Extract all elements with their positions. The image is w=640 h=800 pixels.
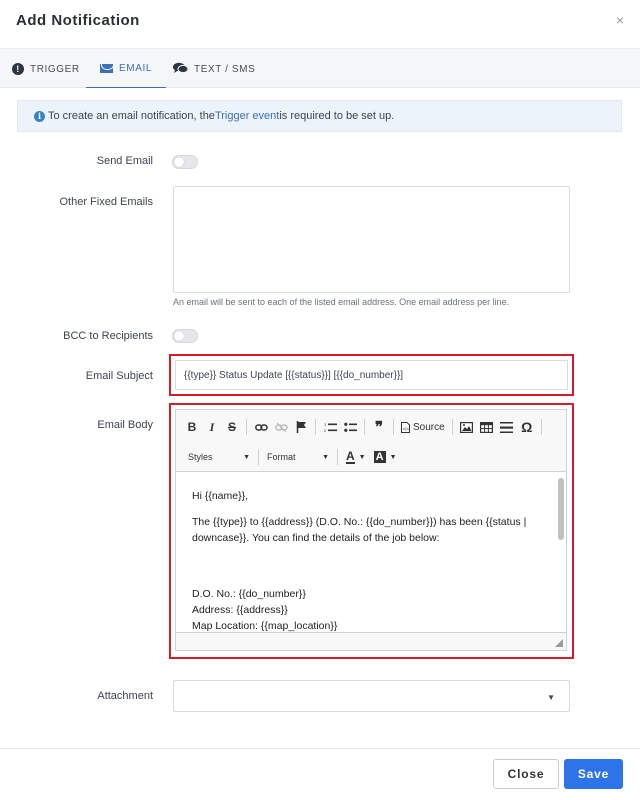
bcc-toggle[interactable] (172, 329, 198, 343)
tab-email[interactable]: EMAIL (86, 49, 167, 89)
unlink-icon[interactable] (271, 417, 291, 437)
tab-bar: ! TRIGGER EMAIL TEXT / SMS (0, 48, 640, 89)
bold-button[interactable]: B (182, 417, 202, 437)
styles-dropdown[interactable]: Styles ▼ (184, 448, 254, 466)
strikethrough-button[interactable]: S (222, 417, 242, 437)
horizontal-rule-icon[interactable] (497, 417, 517, 437)
attachment-select[interactable]: ▼ (173, 680, 570, 712)
exclamation-circle-icon: ! (12, 63, 24, 75)
source-label: Source (413, 421, 445, 433)
svg-text:2: 2 (324, 428, 327, 433)
close-icon[interactable]: × (616, 12, 624, 28)
email-subject-label: Email Subject (85, 370, 153, 382)
close-button[interactable]: Close (493, 759, 559, 789)
background-color-icon: A (373, 451, 386, 463)
resize-grip-icon[interactable] (555, 639, 563, 647)
toolbar-row-2: Styles ▼ Format ▼ A ▼ A ▼ (184, 444, 401, 470)
text-color-icon: A (346, 448, 355, 464)
source-button[interactable]: </> Source (398, 417, 448, 437)
caret-down-icon: ▼ (389, 453, 397, 461)
tab-text-sms[interactable]: TEXT / SMS (173, 49, 255, 89)
toolbar-separator (451, 419, 453, 435)
body-highlight: B I S 12 ❞ </> Source Ω Styles ▼ Format … (169, 403, 574, 659)
send-email-label: Send Email (96, 155, 153, 167)
body-paragraph: The {{type}} to {{address}} (D.O. No.: {… (192, 516, 527, 544)
info-text-after: is required to be set up. (279, 110, 395, 122)
editor-footer (176, 632, 566, 650)
toolbar-separator (393, 419, 394, 435)
info-text-before: To create an email notification, the (48, 110, 215, 122)
email-body-label: Email Body (97, 419, 153, 431)
body-line: D.O. No.: {{do_number}} (192, 588, 306, 600)
format-label: Format (267, 452, 296, 462)
toolbar-separator (337, 449, 338, 465)
tab-text-sms-label: TEXT / SMS (194, 63, 256, 75)
italic-button[interactable]: I (202, 417, 222, 437)
chevron-down-icon: ▼ (547, 693, 555, 702)
table-icon[interactable] (477, 417, 497, 437)
info-alert: i To create an email notification, the T… (17, 100, 622, 132)
body-paragraph: Hi {{name}}, (192, 490, 249, 502)
toggle-knob (174, 331, 184, 341)
svg-text:</>: </> (403, 426, 410, 431)
dialog-body: i To create an email notification, the T… (0, 88, 640, 748)
format-dropdown[interactable]: Format ▼ (263, 448, 333, 466)
envelope-icon (100, 63, 113, 73)
save-button[interactable]: Save (564, 759, 623, 789)
send-email-toggle[interactable] (172, 155, 198, 169)
editor-toolbar: B I S 12 ❞ </> Source Ω Styles ▼ Format … (176, 410, 566, 472)
toggle-knob (174, 157, 184, 167)
toolbar-separator (364, 419, 365, 435)
toolbar-separator (315, 419, 316, 435)
image-icon[interactable] (457, 417, 477, 437)
tab-trigger[interactable]: ! TRIGGER (12, 49, 80, 89)
info-icon: i (34, 110, 45, 122)
dialog-header: Add Notification × (0, 0, 640, 48)
toolbar-row-1: B I S 12 ❞ </> Source Ω (182, 414, 546, 440)
link-icon[interactable] (251, 417, 271, 437)
email-subject-input[interactable]: {{type}} Status Update [{{status}}] [{{d… (175, 360, 568, 390)
body-line: Address: {{address}} (192, 604, 288, 616)
numbered-list-icon[interactable]: 12 (320, 417, 340, 437)
rich-text-editor: B I S 12 ❞ </> Source Ω Styles ▼ Format … (175, 409, 567, 651)
caret-down-icon: ▼ (243, 453, 250, 461)
toolbar-separator (540, 419, 542, 435)
special-character-icon[interactable]: Ω (517, 417, 537, 437)
bcc-label: BCC to Recipients (63, 330, 153, 342)
editor-scrollbar[interactable] (558, 478, 564, 540)
subject-highlight: {{type}} Status Update [{{status}}] [{{d… (169, 354, 574, 396)
bulleted-list-icon[interactable] (340, 417, 360, 437)
tab-trigger-label: TRIGGER (30, 63, 80, 75)
styles-label: Styles (188, 452, 213, 462)
caret-down-icon: ▼ (322, 453, 329, 461)
source-icon: </> (401, 421, 410, 433)
trigger-event-link[interactable]: Trigger event (215, 110, 279, 122)
editor-content[interactable]: Hi {{name}}, The {{type}} to {{address}}… (176, 472, 566, 634)
other-fixed-emails-label: Other Fixed Emails (59, 196, 153, 208)
dialog-footer: Close Save (0, 748, 640, 800)
tab-email-label: EMAIL (119, 62, 153, 74)
chat-bubbles-icon (173, 62, 189, 76)
text-color-button[interactable]: A ▼ (342, 448, 370, 466)
dialog-title: Add Notification (16, 12, 140, 29)
background-color-button[interactable]: A ▼ (370, 448, 401, 466)
svg-text:1: 1 (324, 422, 327, 427)
other-fixed-emails-help: An email will be sent to each of the lis… (173, 297, 510, 307)
blank-space (192, 556, 550, 586)
blockquote-icon[interactable]: ❞ (369, 417, 389, 437)
anchor-flag-icon[interactable] (291, 417, 311, 437)
toolbar-separator (246, 419, 247, 435)
caret-down-icon: ▼ (358, 453, 366, 461)
attachment-label: Attachment (97, 690, 153, 702)
toolbar-separator (258, 449, 259, 465)
other-fixed-emails-textarea[interactable] (173, 186, 570, 293)
